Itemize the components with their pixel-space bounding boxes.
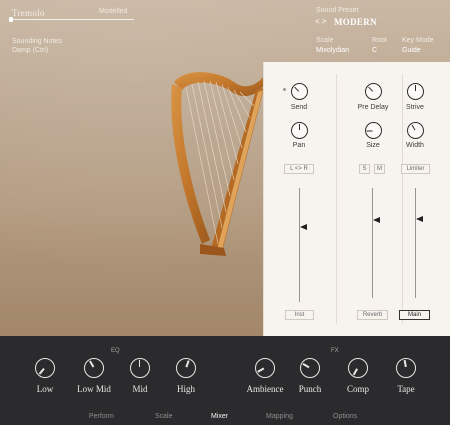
width-knob[interactable] <box>407 122 424 139</box>
size-knob[interactable] <box>365 122 382 139</box>
send-knob[interactable] <box>291 83 308 100</box>
pan-knob[interactable] <box>291 122 308 139</box>
reverb-fader-handle[interactable] <box>373 217 380 223</box>
width-label: Width <box>406 142 424 149</box>
mute-button[interactable]: M <box>374 164 385 174</box>
fx-tape-label: Tape <box>397 384 415 394</box>
eq-mid-knob[interactable] <box>130 358 150 378</box>
pan-mode-button[interactable]: L <> R <box>284 164 314 174</box>
size-label: Size <box>366 142 380 149</box>
key-mode-value[interactable]: Guide <box>402 47 421 54</box>
eq-low-knob[interactable] <box>35 358 55 378</box>
tab-mapping[interactable]: Mapping <box>266 413 293 420</box>
fx-tape-knob[interactable] <box>396 358 416 378</box>
harp-image <box>171 72 266 256</box>
strive-label: Strive <box>406 104 424 111</box>
solo-button[interactable]: S <box>359 164 370 174</box>
sounding-notes-value[interactable]: Damp (Ctrl) <box>12 47 48 54</box>
sound-preset-label: Sound Preset <box>316 7 359 14</box>
knob-pointer <box>138 360 141 367</box>
tab-slider-handle[interactable] <box>9 17 13 22</box>
tab-slider-track[interactable] <box>10 19 134 20</box>
tab-options[interactable]: Options <box>333 413 357 420</box>
fx-punch-knob[interactable] <box>300 358 320 378</box>
scale-label: Scale <box>316 37 334 44</box>
reverb-button[interactable]: Reverb <box>357 310 388 320</box>
divider <box>402 74 403 324</box>
fx-ambience-knob[interactable] <box>255 358 275 378</box>
knob-pointer <box>257 367 264 373</box>
tab-scale[interactable]: Scale <box>155 413 173 420</box>
root-label: Root <box>372 37 387 44</box>
sound-preset-value[interactable]: MODERN <box>334 17 377 27</box>
knob-pointer <box>352 368 358 376</box>
send-label: Send <box>290 104 308 111</box>
mixer-panel: Send Pan L <> R Inst Pre Delay Size S M … <box>263 62 450 336</box>
tab-perform[interactable]: Perform <box>89 413 114 420</box>
knob-pointer <box>403 359 407 368</box>
inst-button[interactable]: Inst <box>285 310 314 320</box>
main-fader-track[interactable] <box>415 188 416 298</box>
eq-high-label: High <box>177 384 195 394</box>
pan-label: Pan <box>292 142 306 149</box>
main-button[interactable]: Main <box>399 310 430 320</box>
fx-section-label: FX <box>331 348 339 354</box>
send-indicator-dot <box>283 88 286 91</box>
inst-fader-handle[interactable] <box>300 224 307 230</box>
fx-comp-knob[interactable] <box>348 358 368 378</box>
knob-pointer <box>184 360 189 368</box>
eq-section-label: EQ <box>111 348 120 354</box>
inst-fader-track[interactable] <box>299 188 300 302</box>
tab-tremolo[interactable]: Tremolo <box>12 8 45 18</box>
knob-pointer <box>38 368 45 375</box>
knob-pointer <box>88 360 94 368</box>
pre-delay-knob[interactable] <box>365 83 382 100</box>
bottom-control-bar: EQ FX Low Low Mid Mid High Ambience Punc… <box>0 336 450 425</box>
sounding-notes-label: Sounding Notes <box>12 38 62 45</box>
main-fader-handle[interactable] <box>416 216 423 222</box>
pre-delay-label: Pre Delay <box>357 104 389 111</box>
scale-value[interactable]: Mixolydian <box>316 47 349 54</box>
root-value[interactable]: C <box>372 47 377 54</box>
tab-modelled[interactable]: Modelled <box>99 8 127 15</box>
tab-mixer[interactable]: Mixer <box>211 413 228 420</box>
knob-pointer <box>302 363 309 369</box>
eq-high-knob[interactable] <box>176 358 196 378</box>
preset-arrows-icon[interactable]: < > <box>315 17 327 26</box>
reverb-fader-track[interactable] <box>372 188 373 298</box>
eq-low-mid-knob[interactable] <box>84 358 104 378</box>
strive-knob[interactable] <box>407 83 424 100</box>
key-mode-label: Key Mode <box>402 37 434 44</box>
divider <box>336 74 337 324</box>
limiter-button[interactable]: Limiter <box>401 164 430 174</box>
